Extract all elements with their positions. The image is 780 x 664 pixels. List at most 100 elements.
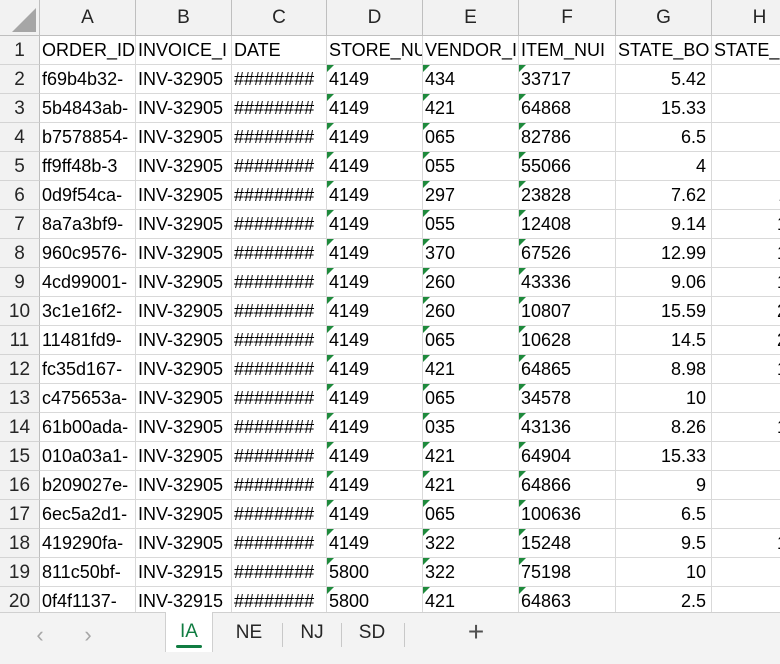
cell-d8[interactable]: 4149 <box>327 239 423 268</box>
cell-a5[interactable]: ff9ff48b-3 <box>40 152 136 181</box>
cell-a7[interactable]: 8a7a3bf9- <box>40 210 136 239</box>
cell-a15[interactable]: 010a03a1- <box>40 442 136 471</box>
cell-a9[interactable]: 4cd99001- <box>40 268 136 297</box>
cell-g4[interactable]: 6.5 <box>616 123 712 152</box>
cell-d1[interactable]: STORE_NU <box>327 36 423 65</box>
cell-f13[interactable]: 34578 <box>519 384 616 413</box>
cell-a14[interactable]: 61b00ada- <box>40 413 136 442</box>
cell-b18[interactable]: INV-32905 <box>136 529 232 558</box>
cell-d10[interactable]: 4149 <box>327 297 423 326</box>
cell-g9[interactable]: 9.06 <box>616 268 712 297</box>
cell-g18[interactable]: 9.5 <box>616 529 712 558</box>
cell-d16[interactable]: 4149 <box>327 471 423 500</box>
sheet-tab-ne[interactable]: NE <box>224 613 274 651</box>
cell-f9[interactable]: 43336 <box>519 268 616 297</box>
row-header-10[interactable]: 10 <box>0 297 40 326</box>
cell-g17[interactable]: 6.5 <box>616 500 712 529</box>
cell-d13[interactable]: 4149 <box>327 384 423 413</box>
cell-a13[interactable]: c475653a- <box>40 384 136 413</box>
cell-g13[interactable]: 10 <box>616 384 712 413</box>
cell-a19[interactable]: 811c50bf- <box>40 558 136 587</box>
cell-h10[interactable]: 23. <box>712 297 780 326</box>
cell-c18[interactable]: ######## <box>232 529 327 558</box>
cell-e19[interactable]: 322 <box>423 558 519 587</box>
cell-c7[interactable]: ######## <box>232 210 327 239</box>
cell-f5[interactable]: 55066 <box>519 152 616 181</box>
cell-e5[interactable]: 055 <box>423 152 519 181</box>
cell-f20[interactable]: 64863 <box>519 587 616 612</box>
cell-g3[interactable]: 15.33 <box>616 94 712 123</box>
cell-g12[interactable]: 8.98 <box>616 355 712 384</box>
cell-e3[interactable]: 421 <box>423 94 519 123</box>
cell-e7[interactable]: 055 <box>423 210 519 239</box>
cell-d5[interactable]: 4149 <box>327 152 423 181</box>
cell-a10[interactable]: 3c1e16f2- <box>40 297 136 326</box>
column-header-b[interactable]: B <box>136 0 232 36</box>
sheet-tab-nj[interactable]: NJ <box>290 613 334 651</box>
cell-b16[interactable]: INV-32905 <box>136 471 232 500</box>
row-header-11[interactable]: 11 <box>0 326 40 355</box>
cell-e6[interactable]: 297 <box>423 181 519 210</box>
row-header-4[interactable]: 4 <box>0 123 40 152</box>
cell-d3[interactable]: 4149 <box>327 94 423 123</box>
cell-a3[interactable]: 5b4843ab- <box>40 94 136 123</box>
cell-e15[interactable]: 421 <box>423 442 519 471</box>
cell-d4[interactable]: 4149 <box>327 123 423 152</box>
cell-c12[interactable]: ######## <box>232 355 327 384</box>
row-header-14[interactable]: 14 <box>0 413 40 442</box>
cell-e14[interactable]: 035 <box>423 413 519 442</box>
cell-c4[interactable]: ######## <box>232 123 327 152</box>
column-header-a[interactable]: A <box>40 0 136 36</box>
cell-b5[interactable]: INV-32905 <box>136 152 232 181</box>
row-header-2[interactable]: 2 <box>0 65 40 94</box>
cell-e20[interactable]: 421 <box>423 587 519 612</box>
cell-g19[interactable]: 10 <box>616 558 712 587</box>
cell-a1[interactable]: ORDER_ID <box>40 36 136 65</box>
select-all-button[interactable] <box>0 0 40 36</box>
cell-c2[interactable]: ######## <box>232 65 327 94</box>
cell-f19[interactable]: 75198 <box>519 558 616 587</box>
cell-d14[interactable]: 4149 <box>327 413 423 442</box>
cell-d20[interactable]: 5800 <box>327 587 423 612</box>
cell-e2[interactable]: 434 <box>423 65 519 94</box>
row-header-18[interactable]: 18 <box>0 529 40 558</box>
row-header-15[interactable]: 15 <box>0 442 40 471</box>
cell-c1[interactable]: DATE <box>232 36 327 65</box>
cell-h3[interactable] <box>712 94 780 123</box>
row-header-3[interactable]: 3 <box>0 94 40 123</box>
cell-c20[interactable]: ######## <box>232 587 327 612</box>
cell-b8[interactable]: INV-32905 <box>136 239 232 268</box>
row-header-16[interactable]: 16 <box>0 471 40 500</box>
row-header-12[interactable]: 12 <box>0 355 40 384</box>
cell-g15[interactable]: 15.33 <box>616 442 712 471</box>
row-header-19[interactable]: 19 <box>0 558 40 587</box>
cell-d12[interactable]: 4149 <box>327 355 423 384</box>
cell-d19[interactable]: 5800 <box>327 558 423 587</box>
row-header-1[interactable]: 1 <box>0 36 40 65</box>
cell-f17[interactable]: 100636 <box>519 500 616 529</box>
cell-f7[interactable]: 12408 <box>519 210 616 239</box>
cell-a20[interactable]: 0f4f1137- <box>40 587 136 612</box>
spreadsheet-grid[interactable]: A B C D E F G H 1 ORDER_ID INVOICE_I DATE STORE_NU VE… <box>0 0 780 612</box>
cell-h12[interactable]: 13. <box>712 355 780 384</box>
cell-f3[interactable]: 64868 <box>519 94 616 123</box>
cell-g6[interactable]: 7.62 <box>616 181 712 210</box>
cell-g14[interactable]: 8.26 <box>616 413 712 442</box>
cell-f14[interactable]: 43136 <box>519 413 616 442</box>
column-header-e[interactable]: E <box>423 0 519 36</box>
cell-d18[interactable]: 4149 <box>327 529 423 558</box>
row-header-17[interactable]: 17 <box>0 500 40 529</box>
cell-b17[interactable]: INV-32905 <box>136 500 232 529</box>
cell-b11[interactable]: INV-32905 <box>136 326 232 355</box>
cell-b14[interactable]: INV-32905 <box>136 413 232 442</box>
column-header-c[interactable]: C <box>232 0 327 36</box>
cell-b19[interactable]: INV-32915 <box>136 558 232 587</box>
cell-d7[interactable]: 4149 <box>327 210 423 239</box>
cell-h20[interactable]: 3. <box>712 587 780 612</box>
cell-f2[interactable]: 33717 <box>519 65 616 94</box>
cell-d15[interactable]: 4149 <box>327 442 423 471</box>
row-header-8[interactable]: 8 <box>0 239 40 268</box>
cell-d11[interactable]: 4149 <box>327 326 423 355</box>
cell-f6[interactable]: 23828 <box>519 181 616 210</box>
cell-c3[interactable]: ######## <box>232 94 327 123</box>
